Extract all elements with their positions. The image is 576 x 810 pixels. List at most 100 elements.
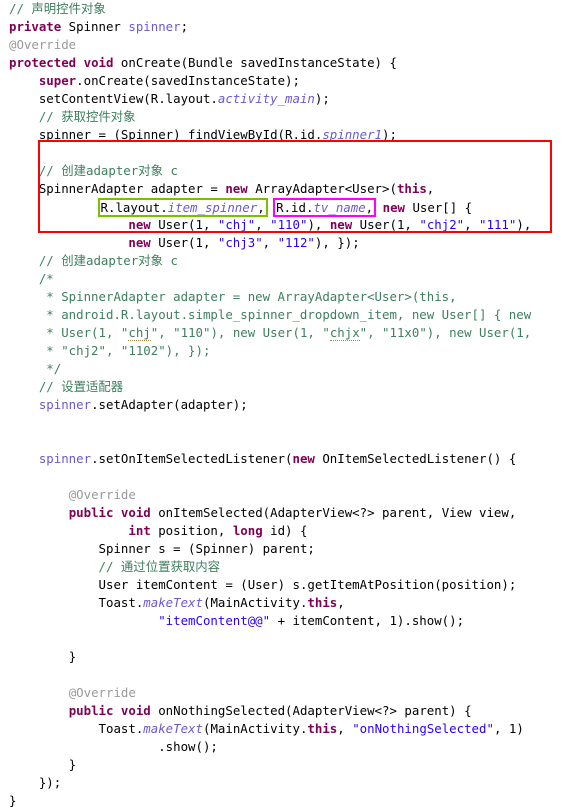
code-line: // 通过位置获取内容 [0,558,576,576]
code-line: /* [0,270,576,288]
keyword-token: public [68,505,114,520]
code-line: // 声明控件对象 [0,0,576,18]
brace-token: } [9,793,17,808]
ctor-token: User(1, [352,217,420,232]
code-line: R.layout.item_spinner, R.id.tv_name, new… [0,198,576,217]
punct-token: ); [314,91,330,106]
code-line: setContentView(R.layout.activity_main); [0,90,576,108]
code-line: * User(1, "chj", "110"), new User(1, "ch… [0,324,576,342]
string-token: "111" [479,217,517,232]
highlight-box-pink: R.id.tv_name, [273,198,377,217]
type-token: OnItemSelectedListener() { [314,451,517,466]
block-comment-token: * User(1, " [38,325,129,340]
code-line: Toast.makeText(MainActivity.this, [0,594,576,612]
decl-token: SpinnerAdapter adapter = [38,181,226,196]
stmt-token: Spinner s = (Spinner) parent; [98,541,315,556]
code-line: // 设置适配器 [0,378,576,396]
stmt-token: User itemContent = (User) s.getItemAtPos… [98,577,517,592]
call-token: .show(); [158,739,218,754]
code-line: } [0,792,576,810]
comment-token: // 通过位置获取内容 [98,559,221,574]
resource-field-token: tv_name [313,200,366,215]
code-line: "itemContent@@" + itemContent, 1).show()… [0,612,576,630]
code-line: } [0,648,576,666]
string-token: "chj" [217,217,256,232]
code-line: * "chj2", "1102"), }); [0,342,576,360]
field-token: spinner [38,397,92,412]
punct-token: ); [382,127,397,142]
code-line: // 获取控件对象 [0,108,576,126]
code-line: super.onCreate(savedInstanceState); [0,72,576,90]
closing-token: }); [38,775,62,790]
keyword-token: private [9,19,62,34]
code-line: // 创建adapter对象 c [0,252,576,270]
expr-token: + itemContent, 1).show(); [270,613,465,628]
string-token: "onNothingSelected" [352,721,494,736]
punct-token: , [255,217,271,232]
code-line: } [0,756,576,774]
annotation-token: @Override [9,37,77,52]
code-line: * android.R.layout.simple_spinner_dropdo… [0,306,576,324]
highlight-box-green: R.layout.item_spinner, [97,198,268,217]
string-token: "110" [270,217,308,232]
block-comment-token: * SpinnerAdapter adapter = new ArrayAdap… [38,289,457,304]
call-token: setContentView(R.layout. [38,91,218,106]
comment-token: // 创建adapter对象 c [38,253,178,268]
keyword-token: new [292,451,315,466]
spellcheck-word: chjx [329,325,360,341]
code-line: private Spinner spinner; [0,18,576,36]
block-comment-token: ", "11x0"), new User(1, [359,325,532,340]
punct-token: , [257,200,265,215]
param-token: id) { [262,523,308,538]
comment-token: // 声明控件对象 [9,1,106,16]
resource-field-token: item_spinner [167,200,258,215]
punct-token: , [337,595,345,610]
field-token: spinner [128,19,181,34]
brace-token: } [68,757,77,772]
comment-token: // 设置适配器 [38,379,124,394]
param-token: position, [150,523,233,538]
field-token: spinner [38,451,92,466]
code-line: spinner.setOnItemSelectedListener(new On… [0,450,576,468]
resource-field-token: spinner1 [322,127,383,142]
code-line: new User(1, "chj3", "112"), }); [0,234,576,252]
keyword-token: super [38,73,77,88]
punct-token: ), [516,217,532,232]
keyword-token: this [396,181,427,196]
code-editor-view: // 声明控件对象 private Spinner spinner; @Over… [0,0,576,808]
code-line: int position, long id) { [0,522,576,540]
keyword-token: new [128,235,151,250]
class-token: Toast. [98,721,144,736]
code-line: // 创建adapter对象 c [0,162,576,180]
comment-token: // 创建adapter对象 c [38,163,178,178]
class-token: Toast. [98,595,144,610]
block-comment-token: * android.R.layout.simple_spinner_dropdo… [38,307,532,322]
ctor-token: User(1, [150,217,218,232]
spellcheck-word: chj [128,325,151,341]
static-method-token: makeText [143,721,203,736]
